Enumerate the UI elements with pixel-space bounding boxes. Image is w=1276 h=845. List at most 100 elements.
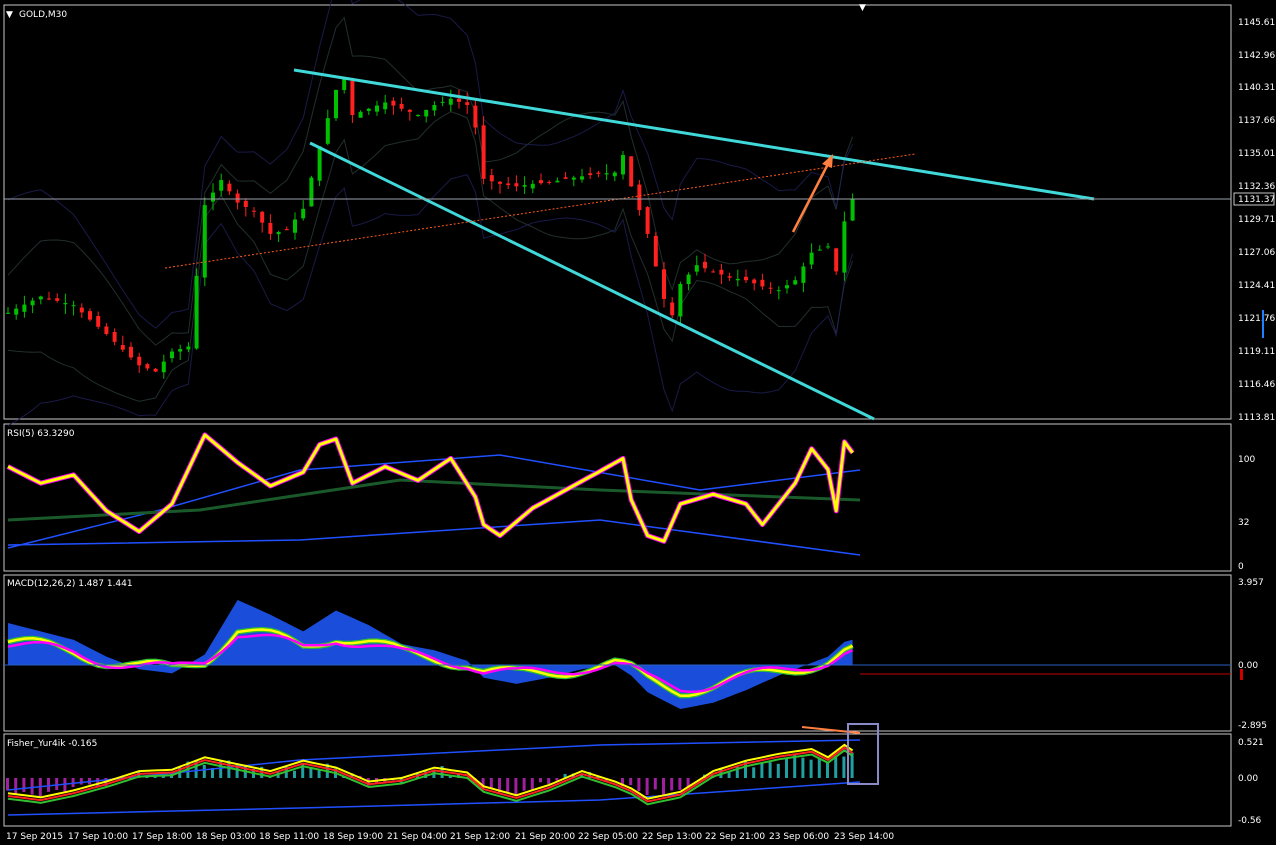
candle-body xyxy=(530,183,535,189)
fisher-bar xyxy=(850,752,854,778)
macd-marker xyxy=(1240,669,1243,680)
price-tick: 1145.61 xyxy=(1238,18,1275,28)
candle-body xyxy=(153,368,158,372)
candle-body xyxy=(760,279,765,287)
candle-body xyxy=(14,308,19,315)
time-label: 23 Sep 06:00 xyxy=(769,832,829,842)
candle-body xyxy=(686,274,691,285)
candle-body xyxy=(809,252,814,265)
price-marker xyxy=(1262,310,1264,338)
candle-body xyxy=(539,180,543,184)
candle-body xyxy=(547,181,552,183)
candle-body xyxy=(842,221,847,273)
rsi-band-lower xyxy=(7,519,861,556)
candle-body xyxy=(826,246,830,248)
candle-body xyxy=(850,198,855,221)
candle-body xyxy=(170,351,174,359)
fisher-bar xyxy=(637,778,641,792)
fisher-bar xyxy=(842,756,846,778)
trading-chart[interactable]: ▼ GOLD,M30 RSI(5) 63.3290 MACD(12,26,2) … xyxy=(0,0,1276,845)
fisher-bar xyxy=(268,777,272,778)
candle-body xyxy=(268,222,273,234)
rsi-pane-frame xyxy=(3,423,1232,572)
fisher-bar xyxy=(662,778,665,796)
fisher-pane-frame xyxy=(3,733,1232,827)
collapse-triangle-icon[interactable]: ▼ xyxy=(6,10,13,20)
fisher-bar xyxy=(727,772,731,778)
candle-body xyxy=(498,181,502,184)
price-tick: 1129.71 xyxy=(1238,215,1275,225)
fisher-level: -0.56 xyxy=(1238,816,1262,826)
time-label: 17 Sep 10:00 xyxy=(68,832,128,842)
candle-body xyxy=(776,290,781,292)
candle-body xyxy=(293,219,297,233)
candle-body xyxy=(79,307,84,313)
candle-body xyxy=(366,108,371,111)
fisher-bar xyxy=(47,778,50,792)
fisher-bar xyxy=(547,778,551,784)
candle-body xyxy=(104,326,109,335)
lower-trendline[interactable] xyxy=(309,141,875,421)
candle-body xyxy=(834,248,839,272)
fisher-bar xyxy=(14,778,18,795)
fisher-bar xyxy=(645,778,649,795)
candle-body xyxy=(137,356,142,366)
candle-body xyxy=(145,364,150,369)
candle-body xyxy=(30,300,35,306)
fisher-bar xyxy=(202,764,206,778)
fisher-bar xyxy=(301,762,305,778)
candle-body xyxy=(612,172,617,177)
candle-body xyxy=(621,155,625,175)
candle-body xyxy=(662,269,666,299)
price-tick: 1135.01 xyxy=(1238,149,1275,159)
candle-body xyxy=(194,275,199,349)
fisher-bar xyxy=(22,778,26,792)
candle-body xyxy=(358,111,363,118)
fisher-bar xyxy=(293,770,296,778)
candle-body xyxy=(506,183,511,186)
fisher-bar xyxy=(817,758,821,778)
candle-body xyxy=(325,118,330,144)
fisher-bar xyxy=(785,758,788,778)
candle-body xyxy=(555,180,560,183)
fisher-line xyxy=(7,749,854,806)
candle-body xyxy=(744,276,748,281)
rsi-label: RSI(5) 63.3290 xyxy=(7,429,75,439)
main-pane-frame xyxy=(3,4,1232,420)
time-label: 23 Sep 14:00 xyxy=(834,832,894,842)
candle-body xyxy=(735,278,740,281)
candle-body xyxy=(793,280,798,285)
price-tick: 1140.31 xyxy=(1238,83,1275,93)
fisher-bar xyxy=(801,757,805,778)
rsi-line xyxy=(7,433,854,543)
candle-body xyxy=(785,285,789,289)
candle-body xyxy=(186,346,191,350)
time-label: 22 Sep 13:00 xyxy=(642,832,702,842)
rsi-halo xyxy=(6,432,855,544)
rsi-level: 32 xyxy=(1238,518,1249,528)
candle-body xyxy=(301,208,306,219)
candle-body xyxy=(563,177,568,179)
time-label: 18 Sep 11:00 xyxy=(259,832,319,842)
upper-trendline[interactable] xyxy=(293,68,1095,201)
candle-body xyxy=(489,175,494,182)
time-label: 17 Sep 18:00 xyxy=(132,832,192,842)
current-price-label: 1131.37 xyxy=(1238,195,1275,205)
candle-body xyxy=(243,200,248,207)
fisher-bar xyxy=(530,778,534,790)
band-outer-lower xyxy=(7,174,854,426)
fisher-bar xyxy=(653,778,657,790)
candle-body xyxy=(284,229,289,231)
macd-label: MACD(12,26,2) 1.487 1.441 xyxy=(7,579,133,589)
candle-body xyxy=(432,104,437,111)
candle-body xyxy=(727,276,732,278)
fisher-bar xyxy=(826,762,829,778)
candle-body xyxy=(129,346,133,358)
candle-body xyxy=(309,177,314,207)
time-label: 18 Sep 03:00 xyxy=(196,832,256,842)
candle-body xyxy=(719,269,724,275)
rsi-level: 100 xyxy=(1238,455,1255,465)
fisher-arrow[interactable] xyxy=(801,726,861,734)
time-label: 22 Sep 21:00 xyxy=(705,832,765,842)
time-label: 21 Sep 20:00 xyxy=(515,832,575,842)
